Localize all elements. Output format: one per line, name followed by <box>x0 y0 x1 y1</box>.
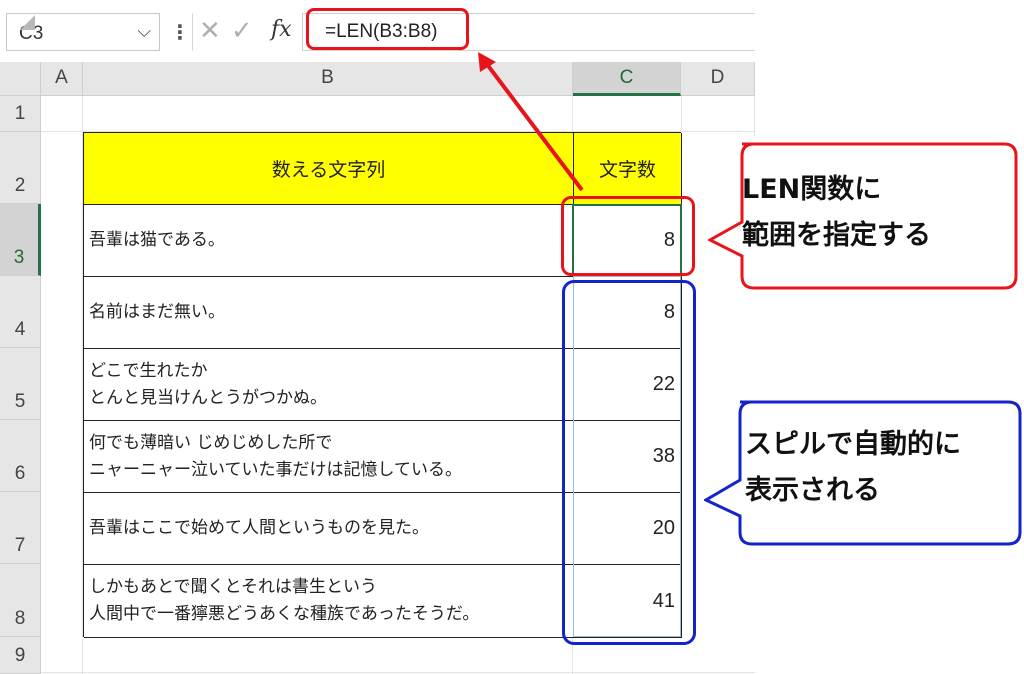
blue-callout-text: スピルで自動的に 表示される <box>745 422 1015 514</box>
callout-line: LEN関数に <box>742 174 882 205</box>
callout-line: 範囲を指定する <box>742 220 931 251</box>
callout-line: 表示される <box>745 475 880 506</box>
arrow-line <box>484 61 584 192</box>
annotation-arrow <box>478 52 584 192</box>
red-callout-text: LEN関数に 範囲を指定する <box>742 167 1012 259</box>
callout-line: スピルで自動的に <box>745 429 961 460</box>
arrow-head-icon <box>478 52 496 72</box>
